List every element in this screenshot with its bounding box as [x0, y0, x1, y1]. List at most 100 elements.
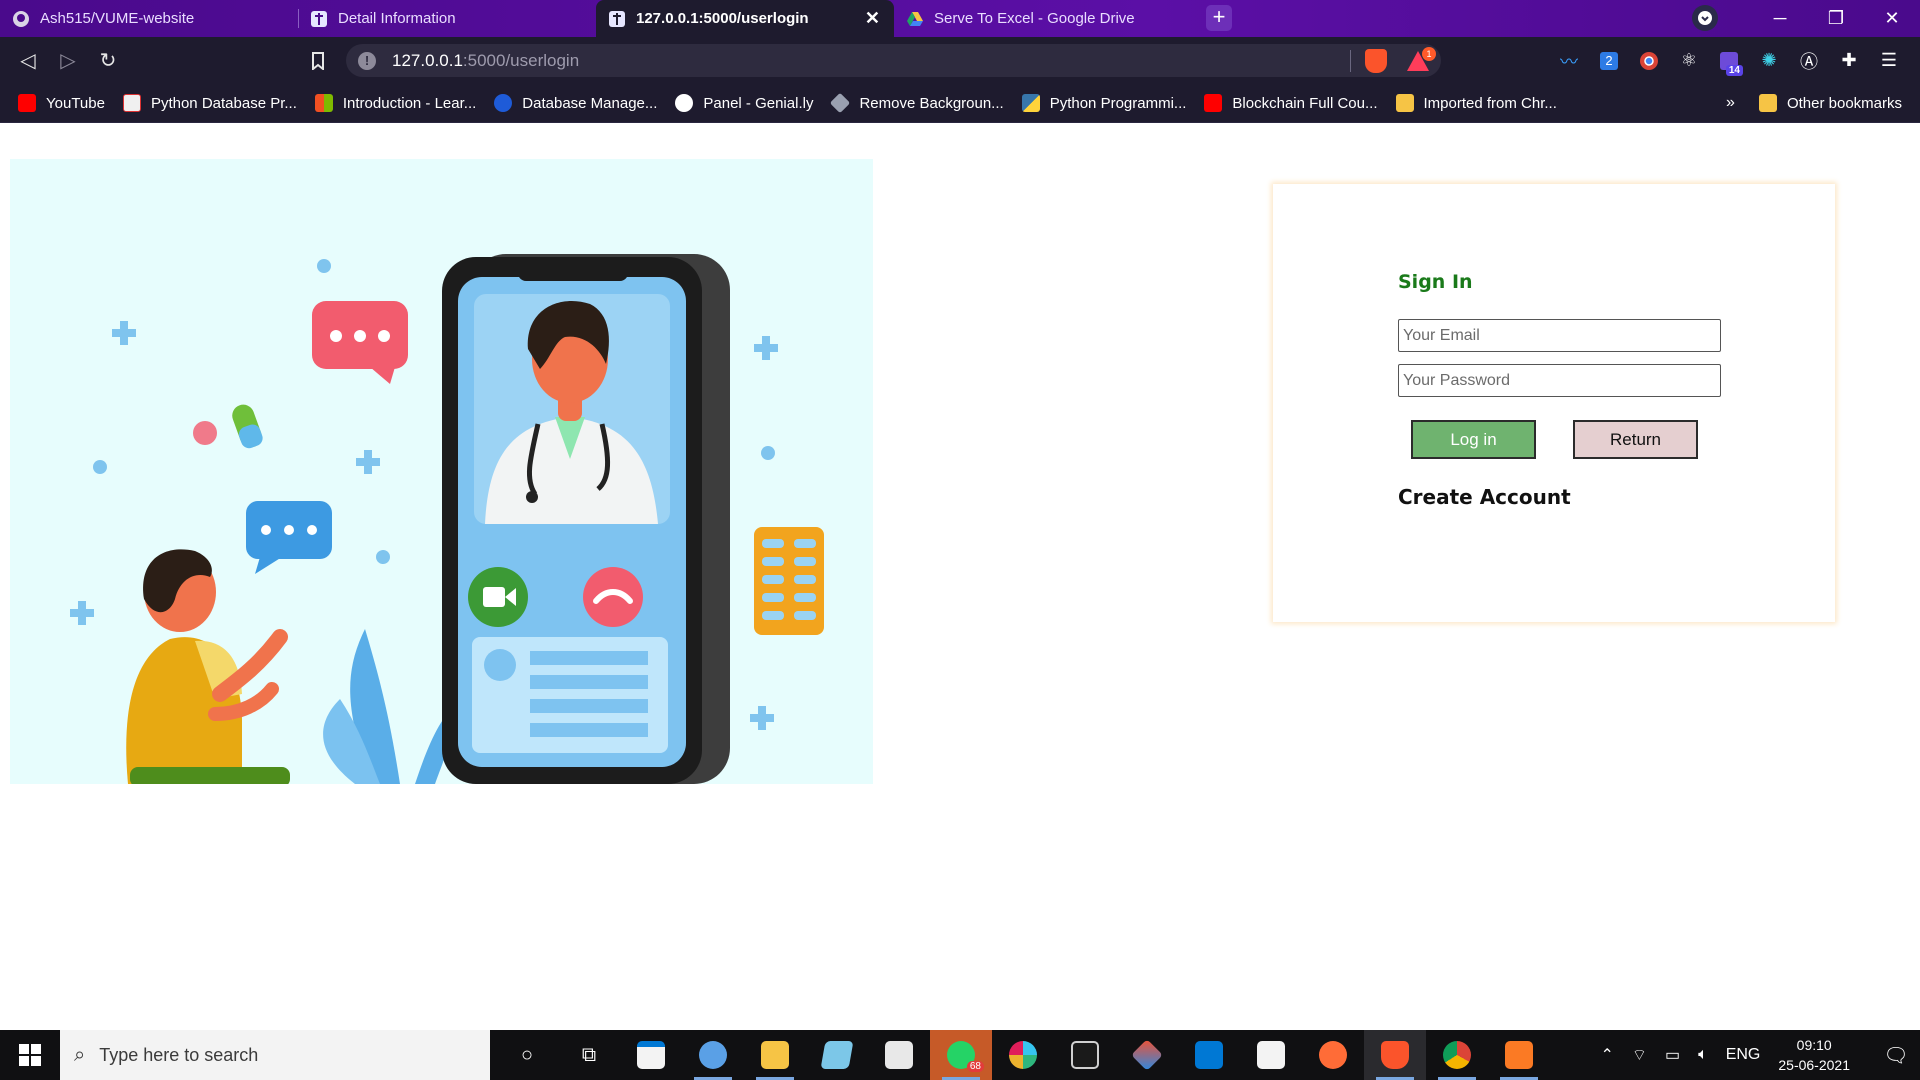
back-icon[interactable]: ◁: [8, 43, 48, 79]
paint-icon[interactable]: [682, 1030, 744, 1080]
browser-toolbar: ◁ ▷ ↻ ! 127.0.0.1:5000/userlogin 1 〰 2 ⚛…: [0, 37, 1920, 84]
return-button[interactable]: Return: [1573, 420, 1698, 459]
genially-icon: [675, 94, 694, 112]
slack-icon[interactable]: [992, 1030, 1054, 1080]
bookmark-imported[interactable]: Imported from Chr...: [1395, 94, 1557, 112]
yn-icon: [122, 94, 141, 112]
layers-icon: [830, 92, 851, 114]
bookmark-database-management[interactable]: Database Manage...: [494, 94, 657, 112]
tab-detail-information[interactable]: Detail Information: [298, 0, 596, 37]
tab-github[interactable]: Ash515/VUME-website: [0, 0, 298, 37]
wave-extension-icon[interactable]: 〰: [1549, 46, 1589, 76]
divider: [1350, 49, 1351, 72]
terminal-icon[interactable]: [1054, 1030, 1116, 1080]
clock-time: 09:10: [1796, 1037, 1832, 1053]
clock-date: 25-06-2021: [1778, 1057, 1850, 1073]
tab-title: Detail Information: [338, 10, 456, 27]
bookmark-youtube[interactable]: YouTube: [18, 94, 105, 112]
task-view-icon[interactable]: ⧉: [558, 1030, 620, 1080]
battery-icon[interactable]: ▭: [1665, 1045, 1680, 1065]
extensions-puzzle-icon[interactable]: ✚: [1829, 46, 1869, 76]
language-indicator[interactable]: ENG: [1726, 1046, 1761, 1064]
more-bookmarks-button[interactable]: »: [1726, 94, 1735, 112]
chrome-extension-icon[interactable]: [1629, 46, 1669, 76]
tab-search-icon[interactable]: [1692, 5, 1718, 31]
login-button[interactable]: Log in: [1411, 420, 1536, 459]
taskbar-search[interactable]: ⌕ Type here to search: [60, 1030, 490, 1080]
forward-icon[interactable]: ▷: [48, 43, 88, 79]
brave-shields-icon[interactable]: [1365, 48, 1387, 73]
close-icon[interactable]: ✕: [865, 8, 880, 29]
microsoft-store-icon[interactable]: [620, 1030, 682, 1080]
a-extension-icon[interactable]: Ⓐ: [1789, 46, 1829, 76]
windows-taskbar: ⌕ Type here to search ○ ⧉ 68 ⌃ ⌔ ▭ 🔈︎ EN…: [0, 1030, 1920, 1080]
brave-browser-icon[interactable]: [1364, 1030, 1426, 1080]
sign-in-title: Sign In: [1398, 271, 1473, 293]
bookmark-icon[interactable]: [298, 43, 338, 79]
tab-title: Serve To Excel - Google Drive: [934, 10, 1135, 27]
xampp-icon[interactable]: [1488, 1030, 1550, 1080]
notepad-icon[interactable]: [806, 1030, 868, 1080]
cortana-icon[interactable]: ○: [496, 1030, 558, 1080]
folder-icon: [1395, 94, 1414, 112]
bookmark-python-database[interactable]: Python Database Pr...: [122, 94, 297, 112]
tab-title: Ash515/VUME-website: [40, 10, 195, 27]
clock[interactable]: 09:10 25-06-2021: [1778, 1035, 1850, 1075]
search-icon: ⌕: [74, 1043, 86, 1066]
bookmark-blockchain[interactable]: Blockchain Full Cou...: [1204, 94, 1378, 112]
tab-userlogin[interactable]: 127.0.0.1:5000/userlogin ✕: [596, 0, 894, 37]
rewards-badge: 1: [1422, 46, 1436, 61]
create-account-link[interactable]: Create Account: [1398, 485, 1571, 509]
extension-2-icon[interactable]: 2: [1589, 46, 1629, 76]
page-content: Sign In Log in Return Create Account: [0, 124, 1920, 1030]
brave-rewards-icon[interactable]: 1: [1407, 46, 1436, 71]
calculator-icon[interactable]: [868, 1030, 930, 1080]
gear-extension-icon[interactable]: ✺: [1749, 46, 1789, 76]
tab-strip: Ash515/VUME-website Detail Information 1…: [0, 0, 1920, 37]
tab-google-drive[interactable]: Serve To Excel - Google Drive: [894, 0, 1192, 37]
tab-title: 127.0.0.1:5000/userlogin: [636, 10, 809, 27]
react-devtools-icon[interactable]: ⚛: [1669, 46, 1709, 76]
c-icon: [494, 94, 513, 112]
notification-icon[interactable]: 🗨︎: [1872, 1030, 1920, 1080]
url-path: :5000/userlogin: [462, 50, 580, 70]
url-host: 127.0.0.1: [392, 50, 463, 70]
new-tab-button[interactable]: +: [1206, 5, 1232, 31]
bookmark-python-programming[interactable]: Python Programmi...: [1021, 94, 1186, 112]
chrome-icon[interactable]: [1426, 1030, 1488, 1080]
search-placeholder: Type here to search: [99, 1044, 259, 1065]
illustration: [70, 254, 824, 784]
minimize-icon[interactable]: ─: [1752, 0, 1808, 37]
other-bookmarks[interactable]: Other bookmarks: [1758, 94, 1902, 112]
reload-icon[interactable]: ↻: [88, 43, 128, 79]
restore-icon[interactable]: ❐: [1808, 0, 1864, 37]
bookmark-genially[interactable]: Panel - Genial.ly: [675, 94, 813, 112]
login-card: Sign In Log in Return Create Account: [1273, 184, 1835, 622]
git-icon[interactable]: [1116, 1030, 1178, 1080]
address-bar[interactable]: ! 127.0.0.1:5000/userlogin 1: [346, 44, 1441, 77]
bookmarks-bar: YouTube Python Database Pr... Introducti…: [0, 84, 1920, 123]
chevron-up-icon[interactable]: ⌃: [1601, 1045, 1614, 1065]
postman-icon[interactable]: [1302, 1030, 1364, 1080]
microsoft-icon: [314, 94, 333, 112]
github-icon: [12, 10, 30, 28]
youtube-icon: [1204, 94, 1223, 112]
wifi-icon[interactable]: ⌔: [1632, 1045, 1647, 1065]
site-info-icon[interactable]: !: [358, 51, 376, 70]
email-field[interactable]: [1398, 319, 1721, 352]
password-field[interactable]: [1398, 364, 1721, 397]
caduceus-icon: [608, 10, 626, 28]
vscode-icon[interactable]: [1178, 1030, 1240, 1080]
windows-start-icon[interactable]: [0, 1030, 60, 1080]
whatsapp-icon[interactable]: 68: [930, 1030, 992, 1080]
volume-icon[interactable]: 🔈︎: [1698, 1046, 1708, 1064]
bookmark-introduction[interactable]: Introduction - Lear...: [314, 94, 476, 112]
close-window-icon[interactable]: ✕: [1864, 0, 1920, 37]
menu-icon[interactable]: ☰: [1869, 46, 1909, 76]
file-explorer-icon[interactable]: [744, 1030, 806, 1080]
youtube-icon: [18, 94, 36, 112]
bookmark-remove-background[interactable]: Remove Backgroun...: [830, 92, 1004, 114]
caduceus-icon: [310, 10, 328, 28]
document-icon[interactable]: [1240, 1030, 1302, 1080]
extension-badge-icon[interactable]: 14: [1709, 46, 1749, 76]
